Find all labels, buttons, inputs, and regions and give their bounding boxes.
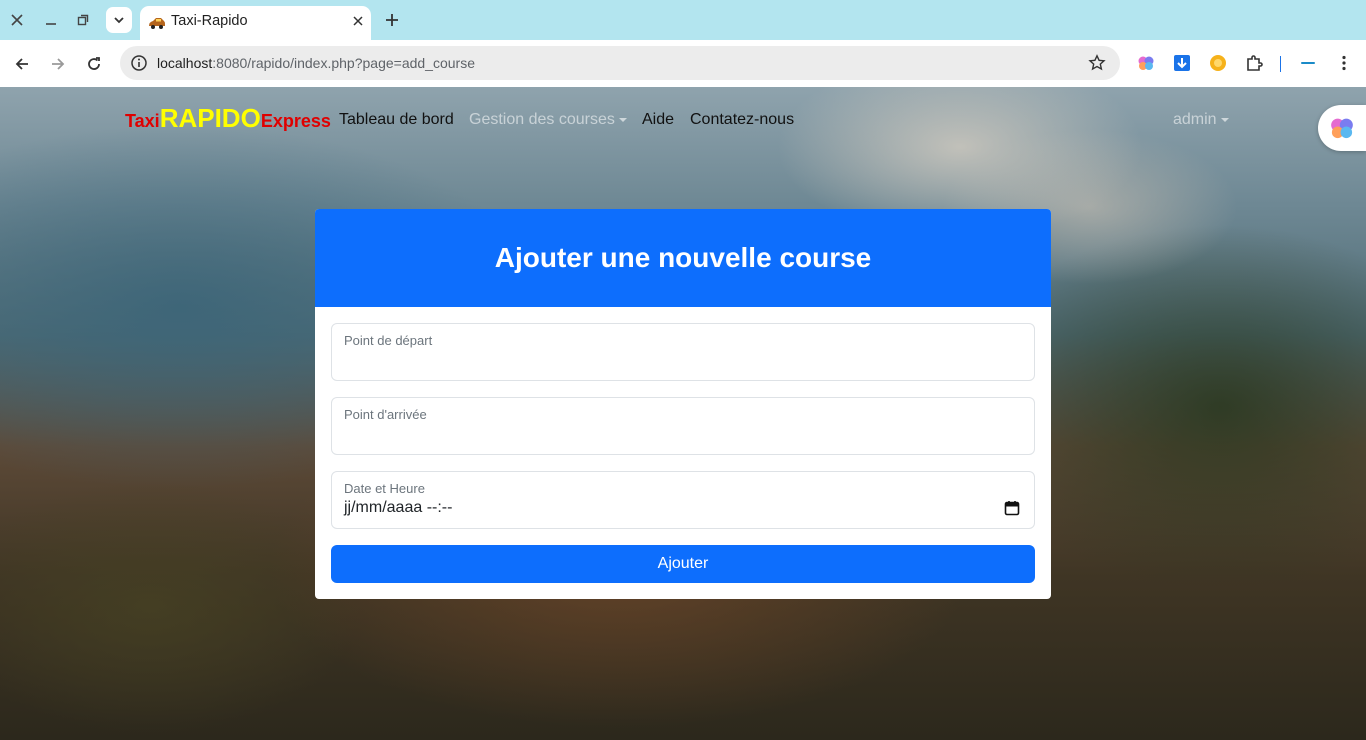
tab-title: Taxi-Rapido: [171, 13, 248, 29]
url-path: :8080/rapido/index.php?page=add_course: [212, 55, 475, 71]
card-header: Ajouter une nouvelle course: [315, 209, 1051, 307]
brain-icon: [1331, 118, 1353, 139]
datetime-label: Date et Heure: [344, 481, 425, 496]
address-bar[interactable]: localhost:8080/rapido/index.php?page=add…: [120, 46, 1120, 80]
minimize-window-icon[interactable]: [39, 8, 63, 32]
site-navbar: TaxiRAPIDOExpress Tableau de bord Gestio…: [0, 87, 1366, 151]
add-course-card: Ajouter une nouvelle course Point de dép…: [315, 209, 1051, 599]
chevron-down-icon: [114, 17, 124, 24]
reload-icon: [88, 57, 100, 70]
user-menu[interactable]: admin: [1173, 111, 1229, 129]
add-course-submit-button[interactable]: Ajouter: [331, 545, 1035, 583]
brand-rapido: RAPIDO: [159, 103, 261, 133]
arrow-left-icon: [15, 58, 28, 70]
reload-button[interactable]: [81, 51, 107, 77]
nav-aide[interactable]: Aide: [642, 111, 674, 129]
puzzle-extensions-icon[interactable]: [1243, 52, 1265, 74]
calendar-icon[interactable]: [1004, 500, 1020, 516]
forward-button[interactable]: [45, 51, 71, 77]
departure-field[interactable]: Point de départ: [331, 323, 1035, 381]
arrival-input[interactable]: [344, 426, 1022, 448]
brain-side-widget[interactable]: [1318, 105, 1366, 151]
restore-window-icon[interactable]: [71, 8, 95, 32]
brain-extension-icon[interactable]: [1135, 52, 1157, 74]
site-logo[interactable]: TaxiRAPIDOExpress: [125, 103, 331, 134]
page-title: Ajouter une nouvelle course: [494, 242, 872, 273]
dropdown-caret-icon: [618, 117, 627, 122]
add-course-form: Point de départ Point d'arrivée Date et …: [315, 307, 1051, 599]
new-tab-button[interactable]: [380, 7, 404, 33]
departure-input[interactable]: [344, 352, 1022, 374]
nav-contact[interactable]: Contatez-nous: [690, 111, 794, 129]
download-extension-icon[interactable]: [1171, 52, 1193, 74]
nav-gestion-courses[interactable]: Gestion des courses: [469, 111, 627, 129]
browser-toolbar: localhost:8080/rapido/index.php?page=add…: [0, 40, 1366, 87]
browser-tab[interactable]: Taxi-Rapido: [140, 6, 371, 40]
arrival-label: Point d'arrivée: [344, 407, 427, 422]
page-background: TaxiRAPIDOExpress Tableau de bord Gestio…: [0, 87, 1366, 740]
browser-tab-bar: Taxi-Rapido: [0, 0, 1366, 40]
close-window-icon[interactable]: [5, 8, 29, 32]
browser-menu-icon[interactable]: [1333, 52, 1355, 74]
toolbar-divider: [1280, 56, 1281, 72]
plus-icon: [386, 14, 398, 26]
profile-extension-icon[interactable]: [1297, 52, 1319, 74]
bookmark-star-icon[interactable]: [1088, 54, 1106, 72]
arrow-right-icon: [52, 58, 65, 70]
close-tab-icon[interactable]: [353, 12, 363, 30]
nav-dashboard[interactable]: Tableau de bord: [339, 111, 454, 129]
nav-gestion-courses-label: Gestion des courses: [469, 111, 615, 128]
orange-extension-icon[interactable]: [1207, 52, 1229, 74]
url-text[interactable]: localhost:8080/rapido/index.php?page=add…: [157, 55, 475, 71]
arrival-field[interactable]: Point d'arrivée: [331, 397, 1035, 455]
taxi-favicon-icon: [149, 18, 165, 29]
datetime-input[interactable]: jj/mm/aaaa --:--: [344, 499, 452, 517]
back-button[interactable]: [9, 51, 35, 77]
info-icon[interactable]: [130, 54, 148, 72]
departure-label: Point de départ: [344, 333, 433, 348]
brand-taxi: Taxi: [125, 111, 160, 131]
url-host: localhost: [157, 55, 213, 71]
brand-express: Express: [260, 111, 331, 131]
user-name: admin: [1173, 111, 1217, 128]
dropdown-caret-icon: [1220, 117, 1229, 122]
tab-list-button[interactable]: [106, 7, 132, 33]
datetime-field[interactable]: Date et Heure jj/mm/aaaa --:--: [331, 471, 1035, 529]
